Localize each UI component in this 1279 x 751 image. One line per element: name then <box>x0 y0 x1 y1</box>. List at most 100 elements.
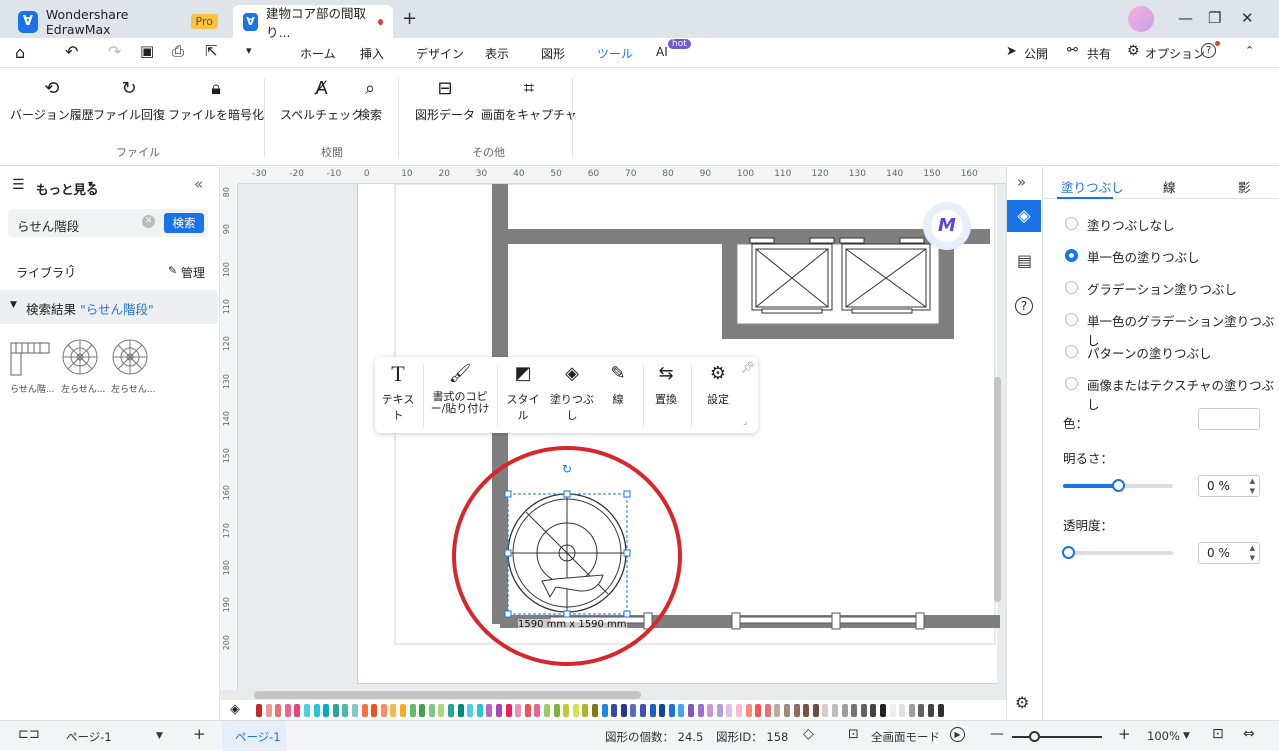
color-swatch[interactable] <box>515 704 522 717</box>
color-swatch[interactable] <box>342 704 349 717</box>
search-result-header[interactable]: ▼ 検索結果 "らせん階段" <box>0 290 218 324</box>
color-swatch[interactable] <box>707 704 714 717</box>
manage-button[interactable]: 管理 <box>181 264 205 281</box>
publish-button[interactable]: 公開 <box>1024 45 1048 62</box>
color-swatch[interactable] <box>275 704 282 717</box>
color-swatch[interactable] <box>284 704 291 717</box>
play-icon[interactable]: ▶ <box>950 727 965 742</box>
page-layout-icon[interactable]: ⊏⊐ <box>18 727 40 742</box>
float-text-button[interactable]: T テキスト <box>381 357 415 423</box>
color-swatch[interactable] <box>803 704 810 717</box>
help-button[interactable]: ? <box>1201 43 1216 58</box>
color-swatch[interactable] <box>784 704 790 717</box>
format-painter-button[interactable]: 🖌︎ 書式のコピー/貼り付け <box>429 357 491 415</box>
home-icon[interactable]: ⌂ <box>15 43 25 62</box>
zoom-slider-handle[interactable] <box>1029 731 1040 742</box>
rotate-handle-icon[interactable]: ↻ <box>562 462 572 476</box>
color-swatch[interactable] <box>688 704 694 717</box>
color-swatch[interactable] <box>937 704 944 717</box>
spiral-stair-shape[interactable] <box>507 493 627 613</box>
color-swatch[interactable] <box>774 704 781 717</box>
document-tab[interactable]: Ɐ 建物コア部の間取り... <box>233 5 393 40</box>
color-swatch[interactable] <box>352 704 358 717</box>
encrypt-file-button[interactable]: 🔒︎ ファイルを暗号化 <box>168 78 264 123</box>
color-swatch[interactable] <box>832 704 838 717</box>
color-swatch[interactable] <box>294 704 301 717</box>
zoom-level[interactable]: 100% <box>1147 729 1180 743</box>
zoom-chevron-icon[interactable]: ▼ <box>1183 731 1190 741</box>
screen-capture-button[interactable]: ⌗ 画面をキャプチャ <box>481 78 577 123</box>
color-swatch[interactable] <box>448 704 454 717</box>
color-swatch[interactable] <box>659 704 666 717</box>
expand-panel-icon[interactable]: » <box>1017 173 1026 191</box>
color-swatch[interactable] <box>745 704 752 717</box>
pin-icon[interactable]: 📌︎ <box>741 361 755 374</box>
color-swatch[interactable] <box>726 704 733 717</box>
color-swatch[interactable] <box>505 704 512 717</box>
left-spiral-shape-thumb[interactable] <box>60 337 100 377</box>
drawing-canvas-area[interactable]: -30 -20 -10 0 10 20 30 40 50 60 70 80 90 100 110 120 130… <box>220 167 1006 720</box>
menu-design[interactable]: デザイン <box>416 45 464 62</box>
color-swatch[interactable] <box>841 704 848 717</box>
color-swatch[interactable] <box>332 704 339 717</box>
color-swatch[interactable] <box>371 704 378 717</box>
more-chevron-icon[interactable]: ▾ <box>246 44 252 57</box>
save-icon[interactable]: ▣ <box>140 42 154 60</box>
fill-single-gradient-radio[interactable] <box>1065 313 1078 326</box>
brightness-slider[interactable] <box>1063 479 1173 492</box>
color-swatch[interactable] <box>851 704 858 717</box>
fill-button[interactable]: ◈ 塗りつぶし <box>547 357 597 423</box>
color-swatch[interactable] <box>736 704 742 717</box>
spiral-stair-shape-thumb[interactable] <box>8 339 52 379</box>
spell-check-button[interactable]: A̸ スペルチェック <box>280 78 363 123</box>
collapse-panel-icon[interactable]: « <box>194 175 203 193</box>
layers-icon[interactable]: ◇ <box>803 726 814 742</box>
menu-home[interactable]: ホーム <box>300 45 336 62</box>
line-button[interactable]: ✎ 線 <box>605 357 631 407</box>
transparency-slider-handle[interactable] <box>1062 546 1075 559</box>
file-recovery-button[interactable]: ↻ ファイル回復 <box>93 78 165 123</box>
clear-search-icon[interactable]: ✕ <box>142 215 155 228</box>
undo-icon[interactable]: ↶ <box>65 42 78 61</box>
color-picker[interactable] <box>1198 408 1260 430</box>
brightness-input[interactable]: 0 % ▲ ▼ <box>1198 475 1260 497</box>
color-swatch[interactable] <box>380 704 387 717</box>
color-swatch[interactable] <box>793 704 800 717</box>
color-swatch[interactable] <box>611 704 618 717</box>
panel-settings-icon[interactable]: ⚙ <box>1015 693 1029 712</box>
color-swatch[interactable] <box>870 704 877 717</box>
color-swatch[interactable] <box>880 704 886 717</box>
vertical-scrollbar[interactable] <box>994 377 1001 602</box>
color-swatch[interactable] <box>812 704 819 717</box>
fit-width-icon[interactable]: ⇔ <box>1243 726 1255 742</box>
fill-panel-tab-icon[interactable]: ◈ <box>1007 200 1041 232</box>
color-swatch[interactable] <box>649 704 656 717</box>
library-search-button[interactable]: 検索 <box>164 213 204 233</box>
color-swatch[interactable] <box>668 704 675 717</box>
shape-data-button[interactable]: ⊟ 図形データ <box>415 78 475 123</box>
color-swatch[interactable] <box>496 704 502 717</box>
active-page-tab[interactable]: ページ-1 <box>222 721 286 751</box>
color-swatch[interactable] <box>860 704 867 717</box>
page-panel-icon[interactable]: ▤ <box>1017 251 1032 270</box>
color-swatch[interactable] <box>428 704 435 717</box>
replace-button[interactable]: ⇆ 置換 <box>653 357 679 407</box>
color-swatch[interactable] <box>582 704 589 717</box>
menu-tools[interactable]: ツール <box>597 45 634 70</box>
menu-ai[interactable]: AI hot <box>656 39 691 59</box>
color-swatch[interactable] <box>889 704 896 717</box>
color-swatch[interactable] <box>640 704 646 717</box>
help-panel-icon[interactable]: ? <box>1015 297 1033 315</box>
color-swatch[interactable] <box>553 704 560 717</box>
color-swatch[interactable] <box>400 704 406 717</box>
menu-shape[interactable]: 図形 <box>541 45 565 62</box>
user-avatar[interactable] <box>1128 6 1154 32</box>
left-spiral-shape-thumb[interactable] <box>110 337 150 377</box>
library-search-input[interactable]: らせん階段 <box>17 216 79 235</box>
color-swatch[interactable] <box>899 704 906 717</box>
redo-icon[interactable]: ↷ <box>108 42 121 61</box>
color-swatch[interactable] <box>409 704 416 717</box>
color-swatch[interactable] <box>601 704 608 717</box>
color-swatch[interactable] <box>592 704 598 717</box>
settings-button[interactable]: ⚙ 設定 <box>703 357 733 407</box>
